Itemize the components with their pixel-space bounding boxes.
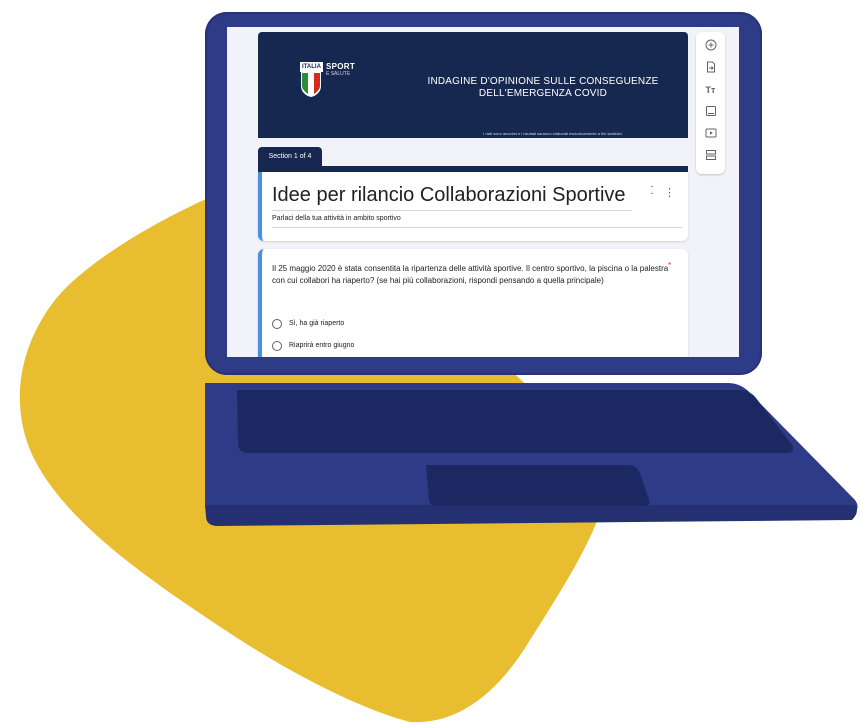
laptop-base	[205, 383, 858, 526]
